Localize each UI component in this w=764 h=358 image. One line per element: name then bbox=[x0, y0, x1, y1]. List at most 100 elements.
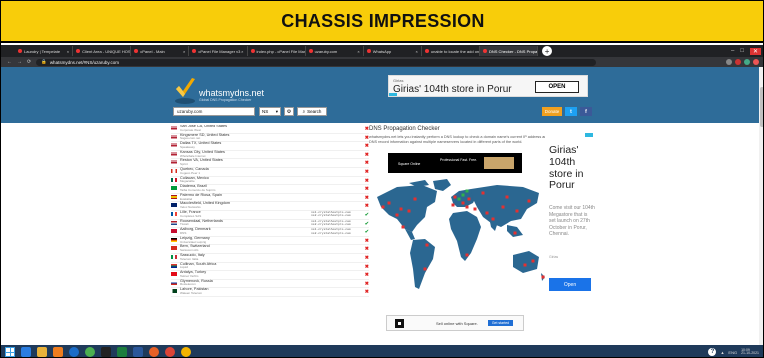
map-marker-fail[interactable] bbox=[527, 199, 531, 203]
map-marker-fail[interactable] bbox=[491, 217, 495, 221]
map-marker-ok[interactable] bbox=[465, 189, 469, 193]
flag-ru-icon bbox=[171, 280, 177, 285]
browser-tab[interactable]: WhatsApp × bbox=[364, 46, 422, 56]
facebook-button[interactable]: f bbox=[580, 107, 592, 116]
reload-icon[interactable]: ⟳ bbox=[27, 59, 31, 65]
map-marker-fail[interactable] bbox=[451, 203, 455, 207]
map-marker-fail[interactable] bbox=[387, 201, 391, 205]
domain-search-input[interactable]: uzaruby.com bbox=[173, 107, 255, 116]
close-tab-icon[interactable]: × bbox=[357, 49, 359, 54]
browser-tab[interactable]: Laundry | Tempelate × bbox=[15, 46, 74, 56]
record-type-select[interactable]: NS ▾ bbox=[259, 107, 281, 116]
square-bottom-ad[interactable]: Sell online with Square. Get started bbox=[386, 315, 524, 331]
map-marker-fail[interactable] bbox=[423, 267, 427, 271]
map-marker-fail[interactable] bbox=[501, 205, 505, 209]
close-window-button[interactable]: ✕ bbox=[749, 47, 761, 55]
map-marker-fail[interactable] bbox=[513, 231, 517, 235]
language-indicator[interactable]: ENG bbox=[728, 350, 737, 355]
map-marker-fail[interactable] bbox=[381, 205, 385, 209]
back-icon[interactable]: ← bbox=[7, 59, 12, 65]
windows-start-icon[interactable] bbox=[5, 347, 15, 357]
profile-avatar[interactable] bbox=[753, 59, 759, 65]
file-explorer-icon[interactable] bbox=[37, 347, 47, 357]
minimize-button[interactable]: – bbox=[731, 48, 734, 55]
donate-button[interactable]: Donate bbox=[542, 107, 562, 116]
map-marker-fail[interactable] bbox=[425, 243, 429, 247]
site-logo[interactable]: whatsmydns.net Global DNS Propagation Ch… bbox=[173, 77, 264, 105]
server-location: Sassuolo, Italy Telecom Italia bbox=[180, 253, 205, 261]
map-marker-fail[interactable] bbox=[485, 211, 489, 215]
browser-tab[interactable]: DNS Checker - DNS Propagation× bbox=[480, 46, 539, 56]
adchoices-icon[interactable] bbox=[389, 93, 397, 96]
browser-tab[interactable]: index.php - cPanel File Manager× bbox=[248, 46, 306, 56]
close-tab-icon[interactable]: × bbox=[241, 49, 243, 54]
cross-icon: ✖ bbox=[364, 160, 369, 167]
scrollbar-thumb[interactable] bbox=[760, 87, 763, 127]
excel-icon[interactable] bbox=[117, 347, 127, 357]
firefox-icon[interactable] bbox=[149, 347, 159, 357]
search-strip: uzaruby.com NS ▾ ⚙ ⌕ Search Donate t f bbox=[1, 104, 759, 120]
tab-label: cPanel - Main bbox=[140, 48, 165, 54]
extension-icon[interactable] bbox=[726, 59, 732, 65]
map-marker-fail[interactable] bbox=[413, 197, 417, 201]
square-online-ad[interactable]: Square Online Professional Fast. Free. bbox=[388, 153, 522, 173]
hp-icon[interactable] bbox=[69, 347, 79, 357]
map-marker-fail[interactable] bbox=[465, 253, 469, 257]
map-marker-fail[interactable] bbox=[395, 213, 399, 217]
browser-tab[interactable]: unable to locate the add on proce× bbox=[422, 46, 480, 56]
browser-tab[interactable]: cPanel - Main × bbox=[131, 46, 190, 56]
chrome-icon[interactable] bbox=[85, 347, 95, 357]
word-icon[interactable] bbox=[133, 347, 143, 357]
map-marker-fail[interactable] bbox=[505, 195, 509, 199]
map-marker-fail[interactable] bbox=[481, 191, 485, 195]
map-marker-ok[interactable] bbox=[461, 193, 465, 197]
settings-button[interactable]: ⚙ bbox=[284, 107, 294, 116]
map-marker-fail[interactable] bbox=[399, 207, 403, 211]
server-provider: CompleteL SAS bbox=[180, 213, 202, 218]
side-ad-body: Come visit our 104th Megastore that is s… bbox=[549, 205, 595, 237]
media-player-icon[interactable] bbox=[53, 347, 63, 357]
extension-icon[interactable] bbox=[735, 59, 741, 65]
server-location: Aalborg, Denmark DNS bbox=[180, 227, 211, 235]
forward-icon[interactable]: → bbox=[17, 59, 22, 65]
map-marker-fail[interactable] bbox=[401, 225, 405, 229]
server-location: Leipzig, Germany Universitaet Leipzig bbox=[180, 236, 210, 244]
twitter-button[interactable]: t bbox=[565, 107, 577, 116]
url-field[interactable]: 🔒 whatsmydns.net/#NS/uzaruby.com bbox=[36, 58, 597, 66]
terminal-icon[interactable] bbox=[101, 347, 111, 357]
browser-tab[interactable]: uzaruby.com × bbox=[306, 46, 364, 56]
help-icon[interactable]: ? bbox=[708, 348, 717, 356]
ad-open-button[interactable]: OPEN bbox=[535, 81, 579, 93]
flag-nl-icon bbox=[171, 220, 177, 225]
map-marker-fail[interactable] bbox=[531, 259, 535, 263]
search-button[interactable]: ⌕ Search bbox=[297, 107, 327, 116]
map-marker-fail[interactable] bbox=[461, 201, 465, 205]
top-banner-ad[interactable]: Girias Girias' 104th store in Porur OPEN bbox=[388, 75, 588, 97]
get-started-button[interactable]: Get started bbox=[487, 320, 514, 326]
map-marker-fail[interactable] bbox=[523, 263, 527, 267]
map-marker-fail[interactable] bbox=[465, 205, 469, 209]
close-tab-icon[interactable]: × bbox=[67, 49, 69, 54]
map-marker-fail[interactable] bbox=[407, 209, 411, 213]
network-icon[interactable]: ▲ bbox=[720, 350, 724, 355]
map-marker-fail[interactable] bbox=[473, 207, 477, 211]
clock[interactable]: 10:09 21-10-2021 bbox=[741, 348, 759, 356]
close-tab-icon[interactable]: × bbox=[183, 49, 185, 54]
chrome-icon[interactable] bbox=[181, 347, 191, 357]
ie-icon[interactable] bbox=[21, 347, 31, 357]
maximize-button[interactable]: □ bbox=[740, 48, 744, 55]
close-tab-icon[interactable]: × bbox=[416, 49, 418, 54]
page-scrollbar[interactable] bbox=[759, 67, 763, 345]
side-ad-open-button[interactable]: Open bbox=[549, 278, 591, 291]
map-marker-ok[interactable] bbox=[457, 197, 461, 201]
adchoices-icon[interactable] bbox=[585, 133, 593, 137]
browser-tab[interactable]: cPanel File Manager v3 × bbox=[189, 46, 248, 56]
map-marker-fail[interactable] bbox=[453, 195, 457, 199]
map-marker-fail[interactable] bbox=[467, 197, 471, 201]
browser-tab[interactable]: Client Area - UNIQUE HOSTING× bbox=[73, 46, 132, 56]
side-ad[interactable]: Girias' 104th store in Porur Come visit … bbox=[545, 133, 595, 311]
extension-icon[interactable] bbox=[744, 59, 750, 65]
new-tab-button[interactable]: + bbox=[542, 46, 553, 56]
chrome-icon[interactable] bbox=[165, 347, 175, 357]
map-marker-fail[interactable] bbox=[515, 209, 519, 213]
